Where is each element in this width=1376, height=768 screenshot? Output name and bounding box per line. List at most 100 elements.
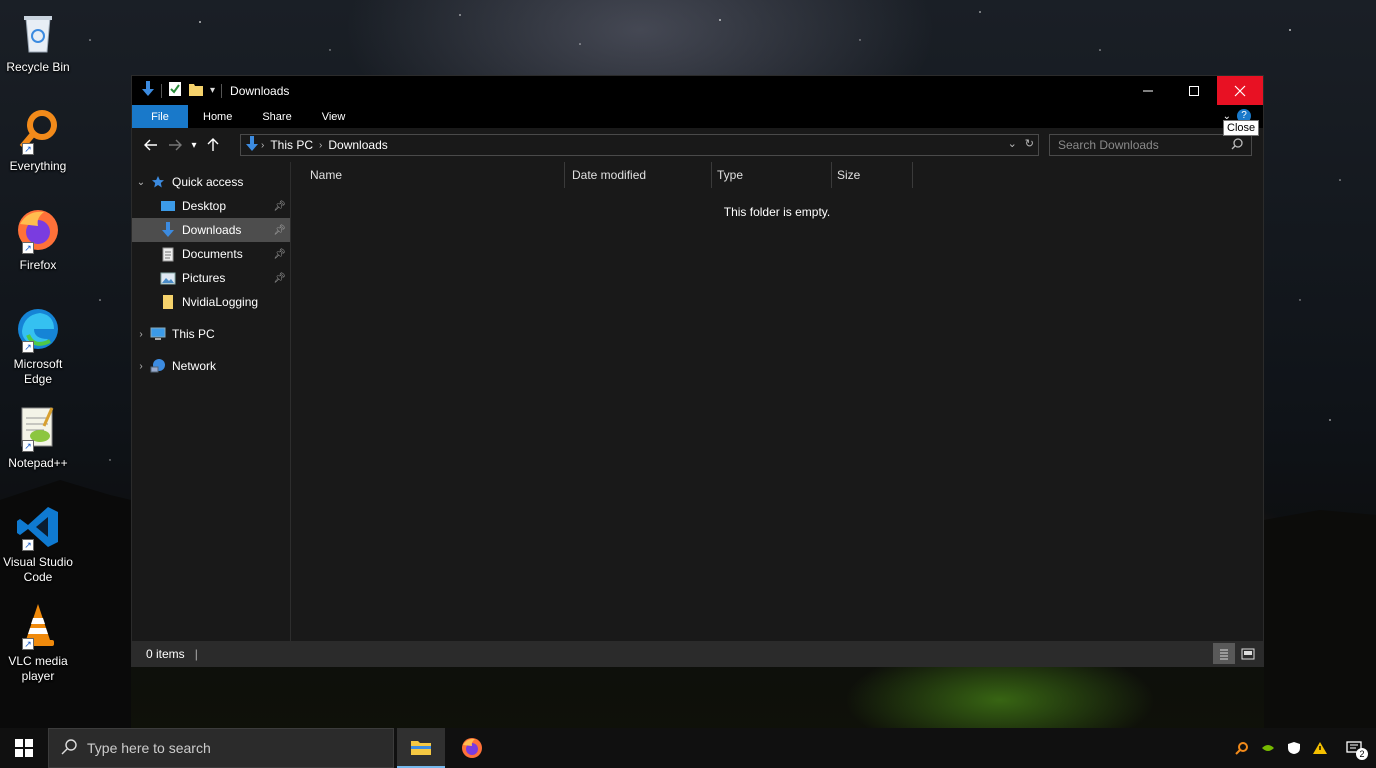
forward-button[interactable] xyxy=(163,133,187,157)
details-view-button[interactable] xyxy=(1213,643,1235,664)
vscode-icon: ↗ xyxy=(14,503,62,551)
file-list[interactable]: Name Date modified Type Size This folder… xyxy=(291,162,1263,641)
column-header-date-modified[interactable]: Date modified xyxy=(567,162,712,188)
chevron-right-icon[interactable]: › xyxy=(132,329,150,340)
search-placeholder: Search Downloads xyxy=(1058,138,1159,152)
nav-item-label: NvidiaLogging xyxy=(182,295,259,309)
search-icon xyxy=(61,738,77,758)
system-tray: 2 xyxy=(1234,728,1376,768)
navigation-bar: ▾ › This PC › Downloads ⌄ ↻ Search Downl… xyxy=(132,128,1263,162)
pin-icon[interactable]: 📌︎ xyxy=(273,225,286,236)
chevron-down-icon[interactable]: ⌄ xyxy=(132,177,150,188)
taskbar-search-input[interactable]: Type here to search xyxy=(48,728,394,768)
large-icons-view-button[interactable] xyxy=(1237,643,1259,664)
everything-shortcut[interactable]: ↗ Everything xyxy=(0,107,76,174)
close-button[interactable] xyxy=(1217,76,1263,105)
shortcut-arrow-icon: ↗ xyxy=(22,440,34,452)
column-header-type[interactable]: Type xyxy=(712,162,832,188)
shortcut-arrow-icon: ↗ xyxy=(22,341,34,353)
file-explorer-icon xyxy=(411,741,431,755)
onedrive-warning-icon[interactable] xyxy=(1312,740,1328,756)
firefox-shortcut[interactable]: ↗ Firefox xyxy=(0,206,76,273)
toolbar-separator xyxy=(161,83,162,98)
minimize-button[interactable] xyxy=(1125,76,1171,105)
folder-icon xyxy=(160,294,176,310)
breadcrumb-downloads[interactable]: Downloads xyxy=(328,138,387,152)
desktop-folder-icon xyxy=(160,198,176,214)
recycle-bin-label: Recycle Bin xyxy=(6,60,70,74)
nav-item-this-pc[interactable]: › This PC xyxy=(132,322,290,346)
network-icon xyxy=(150,358,166,374)
pin-icon[interactable]: 📌︎ xyxy=(273,249,286,260)
shortcut-arrow-icon: ↗ xyxy=(22,539,34,551)
vlc-label: VLC media player xyxy=(8,654,68,683)
search-input[interactable]: Search Downloads xyxy=(1049,134,1252,156)
tab-file[interactable]: File xyxy=(132,105,188,128)
nvidia-tray-icon[interactable] xyxy=(1260,740,1276,756)
shortcut-arrow-icon: ↗ xyxy=(22,638,34,650)
pin-icon[interactable]: 📌︎ xyxy=(273,273,286,284)
chevron-down-icon[interactable]: ⌄ xyxy=(1008,137,1017,150)
pictures-icon xyxy=(160,270,176,286)
everything-tray-icon[interactable] xyxy=(1234,740,1250,756)
chevron-right-icon[interactable]: › xyxy=(132,361,150,372)
address-bar[interactable]: › This PC › Downloads ⌄ ↻ xyxy=(240,134,1039,156)
notepad-plus-plus-label: Notepad++ xyxy=(8,456,68,470)
pin-icon[interactable]: 📌︎ xyxy=(273,201,286,212)
status-bar: 0 items | xyxy=(132,641,1263,666)
column-header-size[interactable]: Size xyxy=(832,162,913,188)
column-header-name[interactable]: Name xyxy=(305,162,565,188)
edge-icon: ↗ xyxy=(14,305,62,353)
view-buttons xyxy=(1213,643,1259,664)
taskbar: Type here to search 2 xyxy=(0,728,1376,768)
properties-icon[interactable] xyxy=(168,81,182,100)
nav-item-network[interactable]: › Network xyxy=(132,354,290,378)
nav-item-nvidialogging[interactable]: NvidiaLogging xyxy=(132,290,290,314)
tab-view[interactable]: View xyxy=(307,105,361,128)
maximize-button[interactable] xyxy=(1171,76,1217,105)
empty-folder-message: This folder is empty. xyxy=(723,205,831,219)
breadcrumb-this-pc[interactable]: This PC xyxy=(270,138,313,152)
notepad-plus-plus-icon: ↗ xyxy=(14,404,62,452)
taskbar-firefox[interactable] xyxy=(448,728,496,768)
recent-locations-dropdown-icon[interactable]: ▾ xyxy=(187,133,201,157)
refresh-icon[interactable]: ↻ xyxy=(1025,137,1034,150)
up-button[interactable] xyxy=(201,133,225,157)
taskbar-search-placeholder: Type here to search xyxy=(87,740,211,756)
item-count: 0 items xyxy=(146,646,185,661)
taskbar-file-explorer[interactable] xyxy=(397,728,445,768)
new-folder-icon[interactable] xyxy=(188,81,204,100)
shortcut-arrow-icon: ↗ xyxy=(22,143,34,155)
nav-item-desktop[interactable]: Desktop 📌︎ xyxy=(132,194,290,218)
nav-item-documents[interactable]: Documents 📌︎ xyxy=(132,242,290,266)
tab-home[interactable]: Home xyxy=(188,105,247,128)
toolbar-separator xyxy=(221,83,223,98)
everything-label: Everything xyxy=(9,159,67,173)
edge-shortcut[interactable]: ↗ Microsoft Edge xyxy=(0,305,76,387)
start-button[interactable] xyxy=(0,728,48,768)
back-button[interactable] xyxy=(139,133,163,157)
recycle-bin-shortcut[interactable]: Recycle Bin xyxy=(0,8,76,75)
vlc-shortcut[interactable]: ↗ VLC media player xyxy=(0,602,76,684)
navigation-pane[interactable]: ⌄ Quick access Desktop 📌︎ Downloads 📌︎ D… xyxy=(132,162,291,641)
vscode-shortcut[interactable]: ↗ Visual Studio Code xyxy=(0,503,76,585)
nav-item-pictures[interactable]: Pictures 📌︎ xyxy=(132,266,290,290)
notifications-icon[interactable]: 2 xyxy=(1346,740,1368,760)
chevron-right-icon[interactable]: › xyxy=(319,140,322,151)
nav-item-downloads[interactable]: Downloads 📌︎ xyxy=(132,218,290,242)
security-tray-icon[interactable] xyxy=(1286,740,1302,756)
nav-item-quick-access[interactable]: ⌄ Quick access xyxy=(132,170,290,194)
notification-count-badge: 2 xyxy=(1356,748,1368,760)
this-pc-label: This PC xyxy=(172,327,215,341)
everything-icon: ↗ xyxy=(14,107,62,155)
ribbon-tabs: File Home Share View ⌄ ? xyxy=(132,105,1263,128)
edge-label: Microsoft Edge xyxy=(13,357,63,386)
download-arrow-icon xyxy=(245,135,259,155)
nav-item-label: Downloads xyxy=(182,223,242,237)
title-bar[interactable]: ▾ Downloads xyxy=(132,76,1263,105)
download-arrow-icon xyxy=(141,81,155,100)
customize-toolbar-dropdown-icon[interactable]: ▾ xyxy=(210,85,215,96)
chevron-right-icon[interactable]: › xyxy=(261,140,264,151)
tab-share[interactable]: Share xyxy=(247,105,306,128)
notepad-plus-plus-shortcut[interactable]: ↗ Notepad++ xyxy=(0,404,76,471)
